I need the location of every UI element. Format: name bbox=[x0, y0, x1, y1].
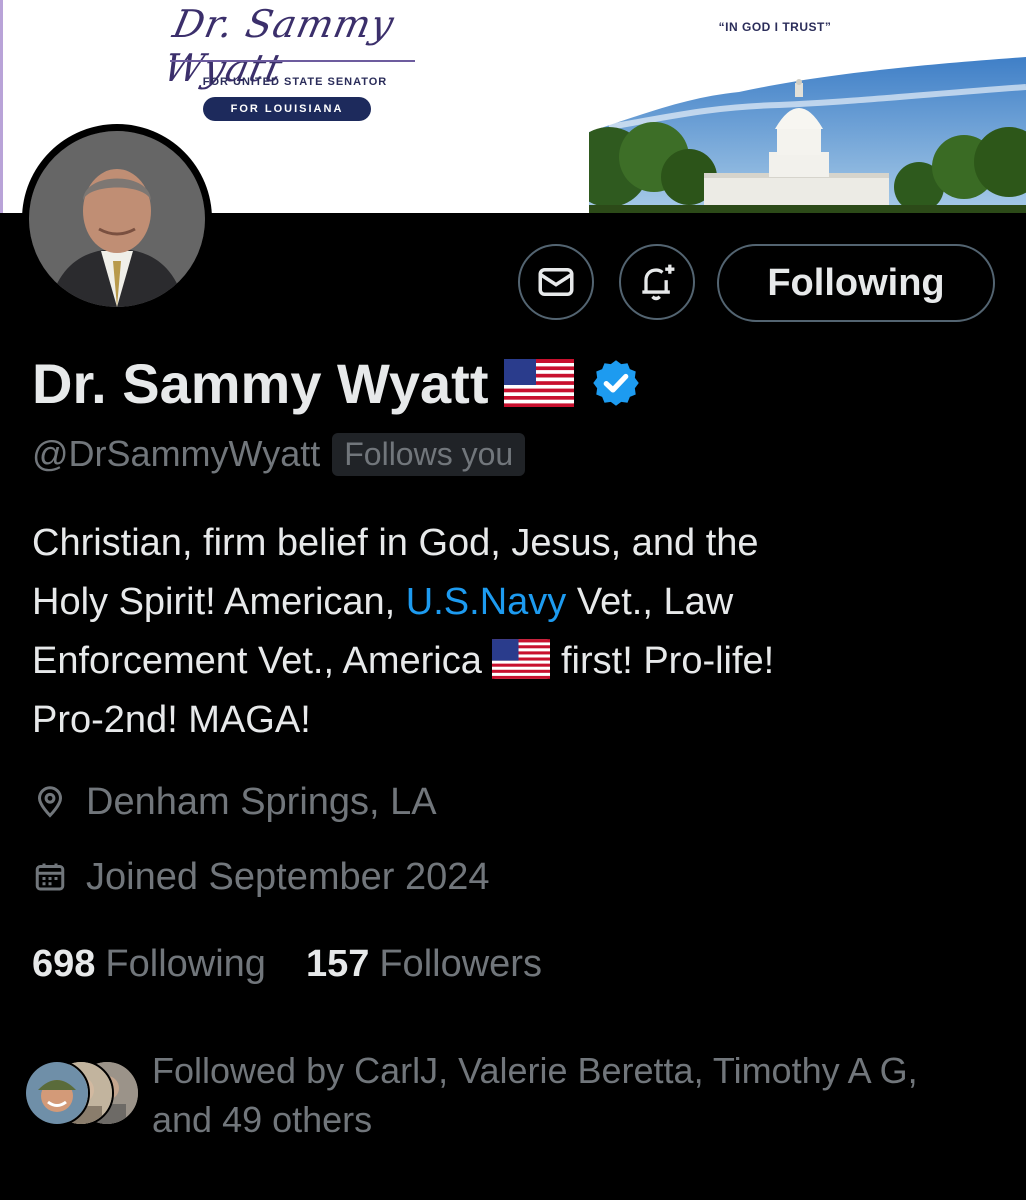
follows-you-badge: Follows you bbox=[332, 432, 526, 476]
followed-by-line: and 49 others bbox=[152, 1099, 373, 1140]
following-button[interactable]: Following bbox=[717, 244, 995, 322]
followers-label: Followers bbox=[379, 942, 542, 985]
bio-text: Holy Spirit! American, bbox=[32, 581, 406, 623]
us-flag-icon bbox=[504, 359, 575, 407]
joined-row: Joined September 2024 bbox=[32, 851, 490, 903]
capitol-image bbox=[589, 57, 1026, 213]
bell-plus-icon bbox=[642, 264, 675, 301]
followed-by-line: Followed by CarlJ, Valerie Beretta, Timo… bbox=[152, 1050, 918, 1091]
location-text: Denham Springs, LA bbox=[86, 780, 437, 823]
us-flag-icon bbox=[492, 639, 551, 679]
followers-count: 157 bbox=[305, 942, 370, 985]
banner-motto: “IN GOD I TRUST” bbox=[718, 20, 832, 34]
banner-border bbox=[0, 0, 3, 213]
banner-state-pill: FOR LOUISIANA bbox=[203, 97, 371, 121]
notify-button[interactable] bbox=[619, 244, 695, 320]
following-stat[interactable]: 698 Following bbox=[32, 943, 266, 986]
avatar bbox=[24, 1060, 90, 1126]
display-name: Dr. Sammy Wyatt bbox=[32, 351, 489, 415]
following-label: Following bbox=[105, 942, 266, 985]
joined-text: Joined September 2024 bbox=[86, 855, 490, 898]
message-button[interactable] bbox=[518, 244, 594, 320]
followers-stat[interactable]: 157 Followers bbox=[306, 943, 542, 986]
banner-signature: Dr. Sammy Wyatt bbox=[159, 2, 399, 90]
bio-text: Christian, firm belief in God, Jesus, an… bbox=[32, 522, 759, 564]
handle: @DrSammyWyatt bbox=[32, 433, 321, 474]
bio: Christian, firm belief in God, Jesus, an… bbox=[32, 514, 932, 750]
bio-text: Vet., Law bbox=[566, 581, 734, 623]
calendar-icon bbox=[35, 863, 65, 891]
stats-row: 698 Following 157 Followers bbox=[32, 938, 542, 990]
following-count: 698 bbox=[32, 942, 96, 985]
bio-text: first! Pro-life! bbox=[550, 640, 775, 682]
location-pin-icon bbox=[37, 786, 63, 818]
name-row: Dr. Sammy Wyatt bbox=[32, 350, 642, 416]
bio-text: Pro-2nd! MAGA! bbox=[32, 699, 311, 741]
mail-icon bbox=[538, 268, 574, 296]
signature-underline bbox=[170, 60, 415, 62]
followed-by-text[interactable]: Followed by CarlJ, Valerie Beretta, Timo… bbox=[152, 1046, 1012, 1144]
avatar-photo bbox=[29, 131, 205, 307]
handle-row: @DrSammyWyatt Follows you bbox=[32, 428, 526, 480]
profile-avatar[interactable] bbox=[22, 124, 212, 314]
location-row: Denham Springs, LA bbox=[32, 776, 437, 828]
bio-text: Enforcement Vet., America bbox=[32, 640, 493, 682]
followed-by-avatars[interactable] bbox=[24, 1060, 144, 1126]
verified-badge-icon[interactable] bbox=[590, 357, 642, 409]
bio-link[interactable]: U.S.Navy bbox=[406, 581, 566, 623]
banner-subtitle: FOR UNITED STATE SENATOR bbox=[202, 76, 388, 88]
